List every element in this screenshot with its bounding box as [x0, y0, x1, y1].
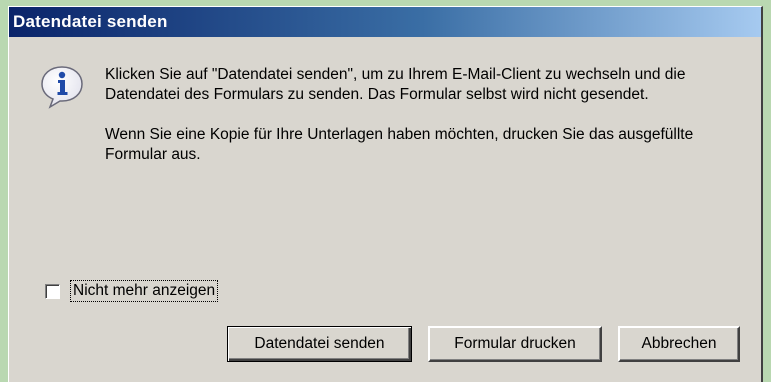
cancel-button[interactable]: Abbrechen [618, 326, 740, 362]
dont-show-again-row[interactable]: Nicht mehr anzeigen [45, 280, 219, 302]
screenshot-frame: Datendatei senden Klicken Sie auf "Daten… [0, 0, 771, 382]
message-paragraph-2: Wenn Sie eine Kopie für Ihre Unterlagen … [105, 126, 694, 163]
dialog-title[interactable]: Datendatei senden [9, 7, 761, 37]
dialog-message: Klicken Sie auf "Datendatei senden", um … [105, 65, 745, 185]
print-form-button[interactable]: Formular drucken [428, 326, 602, 362]
send-data-file-button[interactable]: Datendatei senden [227, 326, 412, 362]
message-paragraph-1: Klicken Sie auf "Datendatei senden", um … [105, 66, 686, 103]
dont-show-again-label[interactable]: Nicht mehr anzeigen [69, 280, 219, 302]
dont-show-again-checkbox[interactable] [45, 283, 60, 299]
send-data-file-dialog: Datendatei senden Klicken Sie auf "Daten… [8, 6, 763, 382]
info-icon [41, 66, 83, 109]
